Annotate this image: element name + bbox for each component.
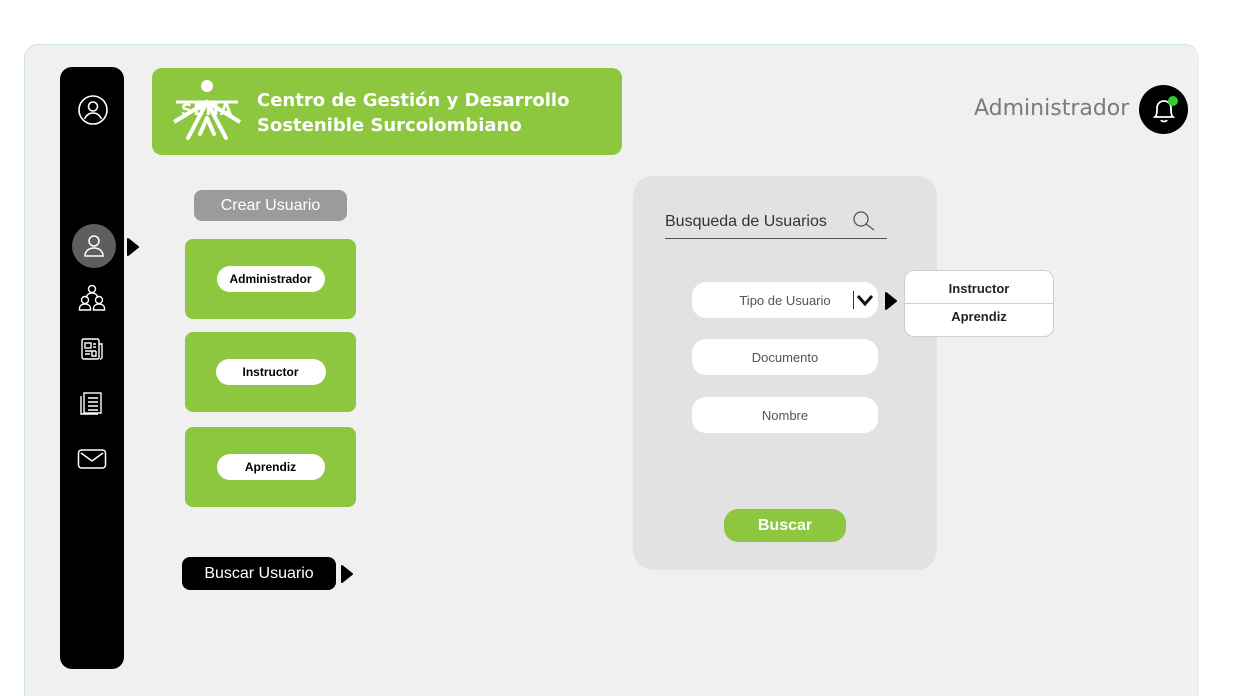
user-type-placeholder: Tipo de Usuario (739, 292, 831, 308)
notifications-button[interactable] (1139, 85, 1188, 134)
mail-icon[interactable] (77, 448, 107, 470)
user-type-select[interactable]: Tipo de Usuario (692, 282, 878, 318)
sena-logo: SENA (172, 78, 242, 144)
page-title: Centro de Gestión y Desarrollo Sostenibl… (257, 88, 569, 138)
user-circle-icon[interactable] (76, 93, 110, 127)
page-title-line1: Centro de Gestión y Desarrollo (257, 90, 570, 111)
search-icon[interactable] (852, 210, 878, 236)
document-list-icon[interactable] (79, 388, 105, 416)
dropdown-option-instructor[interactable]: Instructor (905, 281, 1053, 296)
role-label-instructor: Instructor (215, 359, 326, 385)
user-type-dropdown-menu: Instructor Aprendiz (904, 270, 1054, 337)
dropdown-pointer-icon (884, 292, 898, 314)
document-placeholder: Documento (751, 349, 819, 365)
search-underline (665, 238, 887, 239)
role-card-instructor[interactable]: Instructor (185, 332, 356, 412)
name-field[interactable]: Nombre (692, 397, 878, 433)
role-card-aprendiz[interactable]: Aprendiz (185, 427, 356, 507)
role-card-administrador[interactable]: Administrador (185, 239, 356, 319)
sidebar (60, 67, 124, 669)
active-pointer-icon (126, 238, 140, 260)
user-role-label: Administrador (974, 96, 1130, 121)
role-label-administrador: Administrador (216, 266, 325, 292)
user-icon (84, 235, 104, 257)
sidebar-item-users-active[interactable] (72, 224, 116, 268)
dropdown-option-aprendiz[interactable]: Aprendiz (905, 309, 1053, 324)
document-field[interactable]: Documento (692, 339, 878, 375)
page-title-line2: Sostenible Surcolombiano (257, 115, 522, 136)
news-icon[interactable] (78, 335, 106, 363)
role-label-aprendiz: Aprendiz (216, 454, 325, 480)
search-user-pointer-icon (340, 565, 354, 587)
search-title: Busqueda de Usuarios (665, 213, 827, 230)
users-group-icon[interactable] (77, 283, 107, 313)
search-user-button[interactable]: Buscar Usuario (182, 557, 336, 590)
notification-dot (1168, 96, 1178, 106)
select-separator (853, 291, 854, 309)
dropdown-divider (905, 303, 1053, 304)
name-placeholder: Nombre (761, 407, 809, 423)
search-submit-button[interactable]: Buscar (724, 509, 846, 542)
create-user-button[interactable]: Crear Usuario (194, 190, 347, 221)
header-banner: SENA Centro de Gestión y Desarrollo Sost… (152, 68, 622, 155)
chevron-down-icon[interactable] (856, 292, 874, 312)
